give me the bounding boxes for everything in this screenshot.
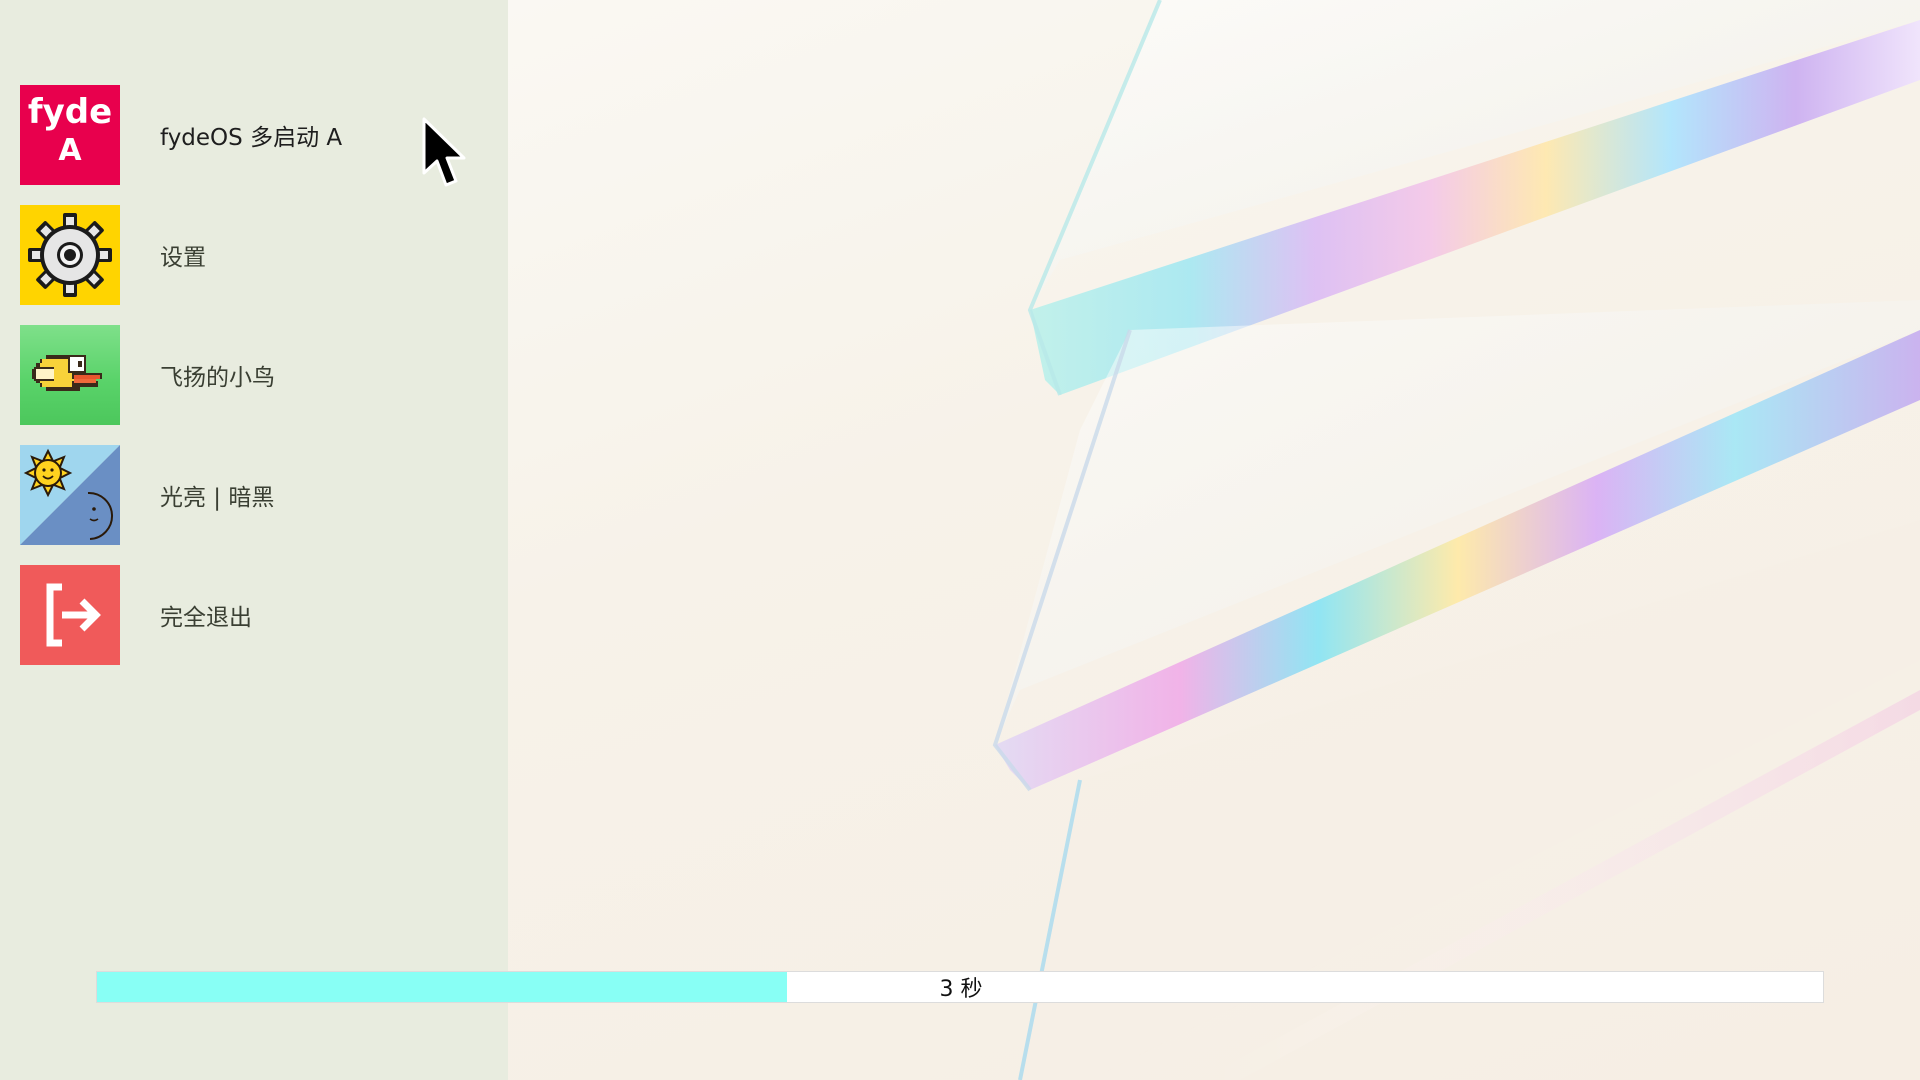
countdown-progress-bar: 3 秒 [96,971,1824,1003]
menu-item-label: 光亮 | 暗黑 [160,485,275,511]
flappy-bird-icon [20,325,120,425]
gear-icon [20,205,120,305]
fyde-icon-letter: A [58,133,82,168]
countdown-text: 3 秒 [939,977,983,1002]
fyde-a-icon: fyde A [20,85,120,185]
menu-item-label: 设置 [160,245,206,271]
menu-item-exit[interactable]: 完全退出 [20,565,490,665]
menu-item-label: 飞扬的小鸟 [160,365,275,391]
fyde-icon-text: fyde [27,92,113,132]
menu-item-label: 完全退出 [160,605,252,631]
menu-item-flappy-bird[interactable]: 飞扬的小鸟 [20,325,490,425]
menu-item-label: fydeOS 多启动 A [160,125,343,151]
exit-icon [20,565,120,665]
boot-menu-screen: fyde A fydeOS 多启动 A 设置 飞扬的小鸟 光亮 | 暗黑 完全退… [0,0,1920,1080]
menu-item-light-dark[interactable]: 光亮 | 暗黑 [20,445,490,545]
sun-moon-icon [20,445,120,545]
menu-item-settings[interactable]: 设置 [20,205,490,305]
menu-item-fydeos-a[interactable]: fyde A fydeOS 多启动 A [20,85,490,185]
mouse-cursor-icon [422,117,466,187]
